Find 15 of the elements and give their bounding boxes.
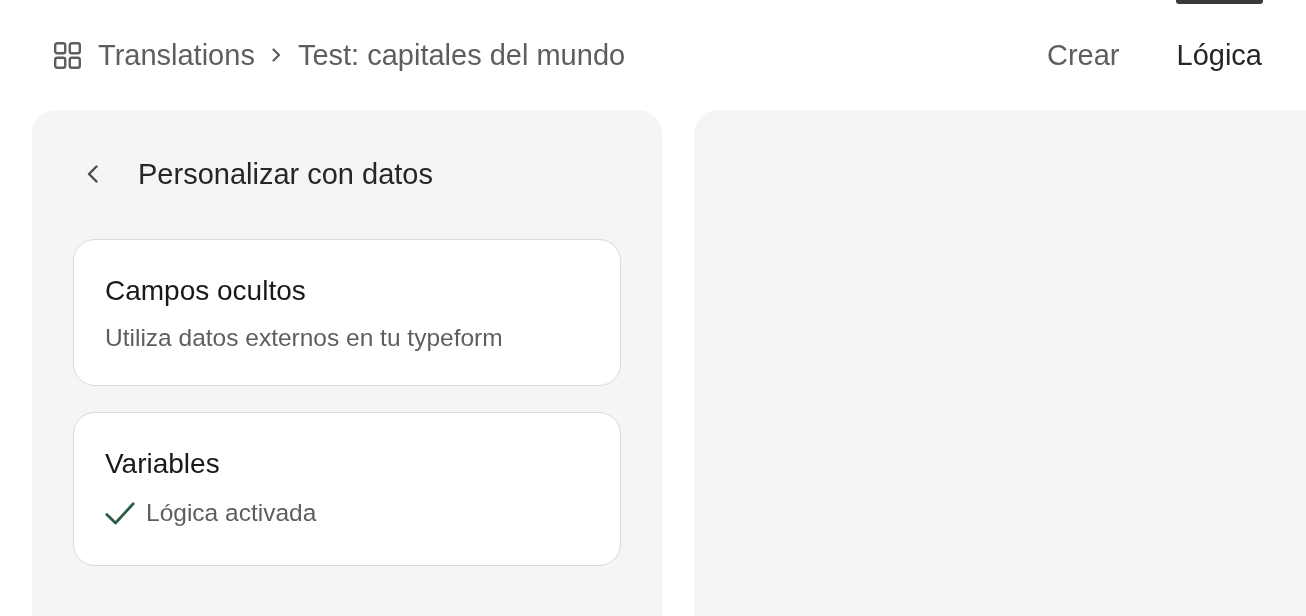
- option-card[interactable]: Campos ocultos Utiliza datos externos en tu typeform: [73, 239, 621, 386]
- status-text: Lógica activada: [146, 498, 317, 528]
- option-card[interactable]: Variables Lógica activada: [73, 412, 621, 566]
- card-description: Utiliza datos externos en tu typeform: [105, 323, 504, 353]
- chevron-right-icon: [271, 48, 281, 62]
- tab[interactable]: Crear: [1047, 0, 1120, 110]
- chevron-left-icon: [87, 165, 98, 183]
- breadcrumb-current: Test: capitales del mundo: [297, 38, 626, 73]
- grid-icon: [54, 41, 81, 69]
- panel-title: Personalizar con datos: [138, 157, 433, 192]
- card-title: Campos ocultos: [105, 274, 307, 308]
- breadcrumb-link[interactable]: Translations: [98, 37, 255, 73]
- card-title: Variables: [105, 447, 221, 481]
- tab[interactable]: Lógica: [1176, 0, 1262, 110]
- back-button[interactable]: [87, 165, 98, 183]
